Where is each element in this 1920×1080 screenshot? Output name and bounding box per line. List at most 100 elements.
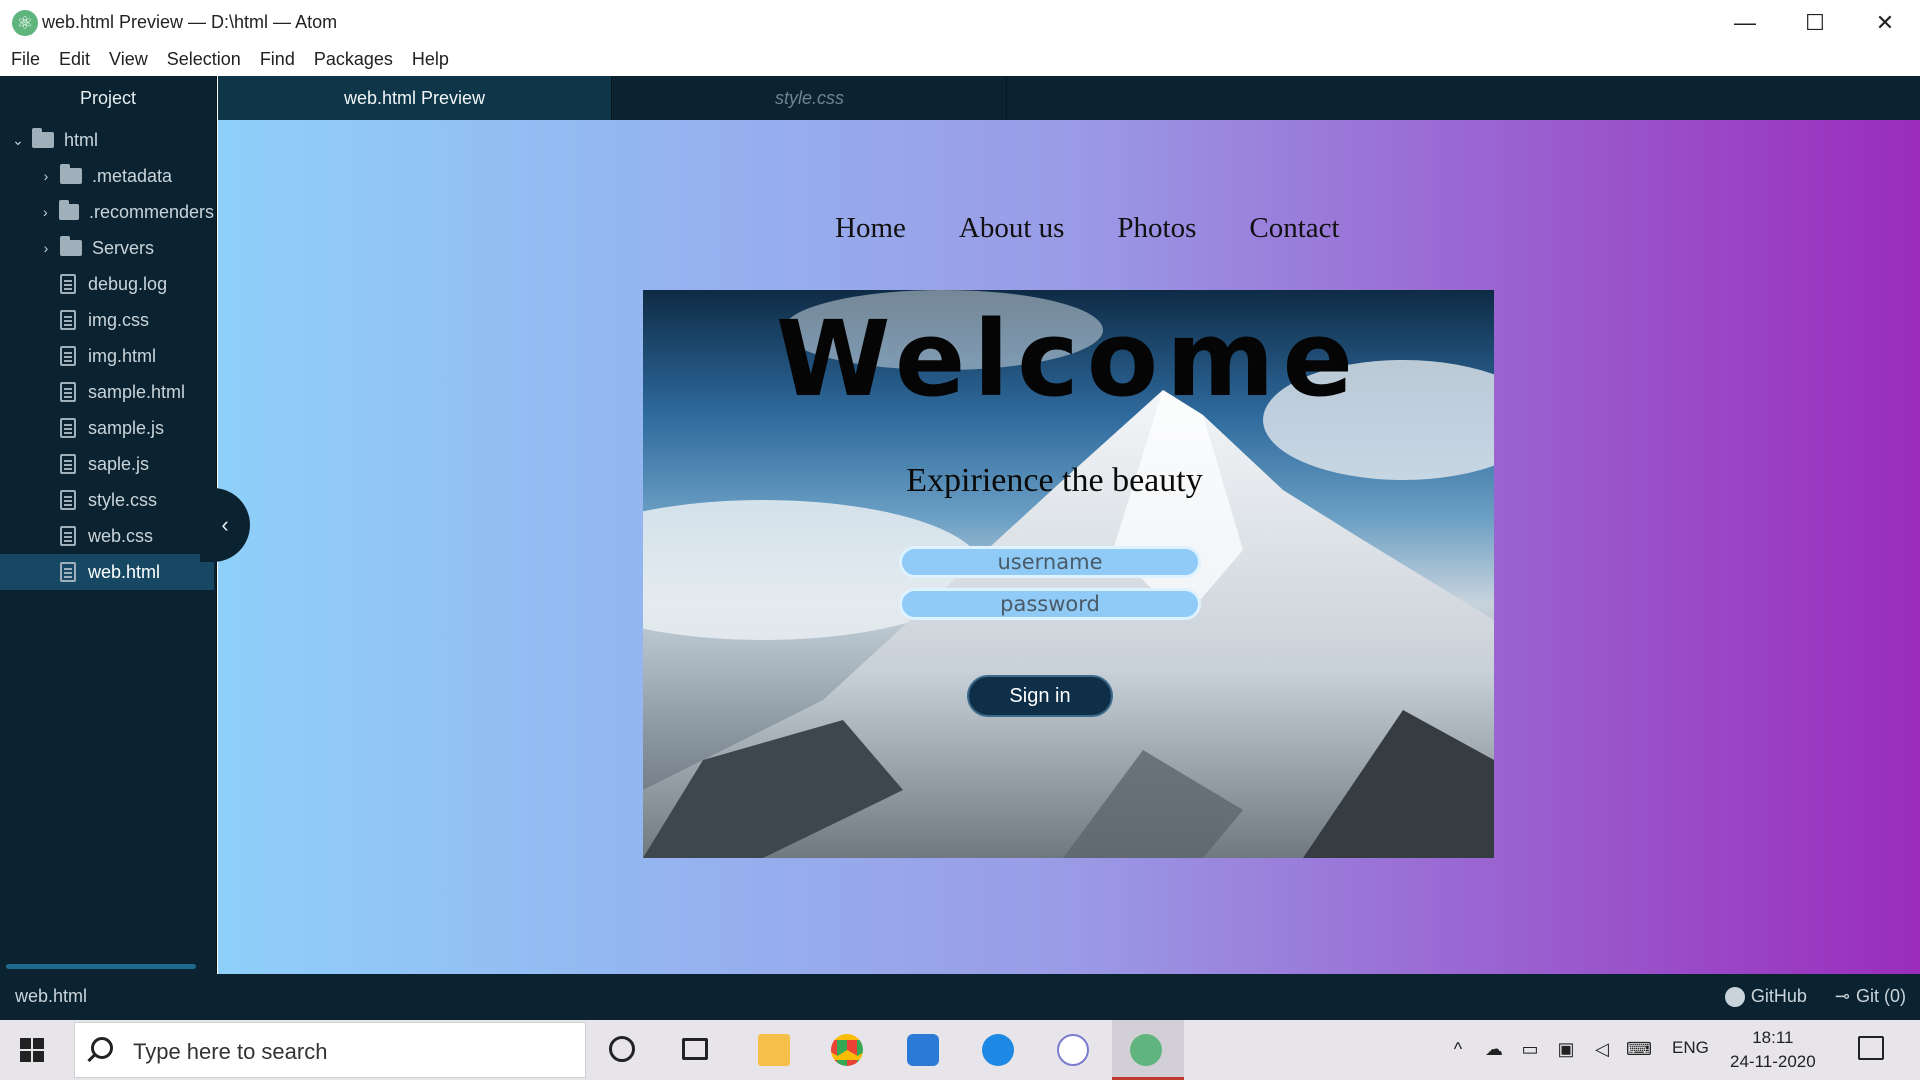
git-commit-icon: ⊸ [1834,986,1850,1006]
window-title: web.html Preview — D:\html — Atom [42,12,338,32]
keyboard-icon[interactable]: ⌨ [1626,1039,1652,1059]
tree-view-title[interactable]: Project [0,76,216,121]
windows-start-icon[interactable] [20,1038,44,1062]
file-icon [60,382,76,402]
folder-icon [58,200,79,220]
maximize-button[interactable]: ☐ [1780,0,1850,46]
search-placeholder: Type here to search [133,1039,328,1064]
menu-help[interactable]: Help [412,46,449,76]
volume-icon[interactable]: ◁ [1590,1039,1614,1059]
chevron-up-icon[interactable]: ^ [1446,1039,1470,1059]
tree-view: Project ⌄ html › .metadata › .recommende… [0,76,217,974]
chevron-down-icon[interactable]: ⌄ [8,132,28,149]
sign-in-button[interactable]: Sign in [967,675,1113,717]
password-input[interactable]: password [899,588,1201,620]
tree-item-label: style.css [88,489,158,510]
hero-subtitle: Expirience the beauty [906,462,1203,499]
clock-date: 24-11-2020 [1730,1052,1816,1071]
tree-item-label: saple.js [88,453,150,474]
tree-item-label: debug.log [88,273,168,294]
folder-icon [32,128,54,148]
tree-item-web-html[interactable]: web.html [0,554,214,590]
site-nav: Home About us Photos Contact [835,212,1393,245]
tree-item-style-css[interactable]: style.css [0,482,214,518]
taskbar-search-input[interactable]: Type here to search [74,1022,586,1078]
tree-item-saple-js[interactable]: saple.js [0,446,214,482]
file-icon [60,274,76,294]
status-github[interactable]: GitHub [1751,986,1807,1007]
chevron-left-icon: ‹ [221,512,229,537]
menu-find[interactable]: Find [260,46,295,76]
file-explorer-icon[interactable] [758,1034,790,1066]
file-icon [60,346,76,366]
mail-icon[interactable] [907,1034,939,1066]
task-view-icon[interactable] [682,1038,708,1060]
tree-item-debug-log[interactable]: debug.log [0,266,214,302]
chevron-right-icon[interactable]: › [36,240,56,256]
chevron-right-icon[interactable]: › [36,204,55,220]
hero-title: Welcome [775,298,1362,420]
app-icon[interactable] [1057,1034,1089,1066]
file-icon [60,526,76,546]
tree-item-img-css[interactable]: img.css [0,302,214,338]
nav-link-home[interactable]: Home [835,212,906,245]
onedrive-icon[interactable]: ☁ [1482,1039,1506,1059]
menu-view[interactable]: View [109,46,148,76]
username-input[interactable]: username [899,546,1201,578]
sidebar-scrollbar[interactable] [6,964,196,969]
search-icon [91,1037,113,1059]
tree-item-label: html [64,129,99,150]
tree-item-html[interactable]: ⌄ html [0,122,214,158]
tab-bar: web.html Preview style.css [218,76,1920,120]
tree-item-img-html[interactable]: img.html [0,338,214,374]
menu-packages[interactable]: Packages [314,46,393,76]
menu-edit[interactable]: Edit [59,46,90,76]
clock[interactable]: 18:11 24-11-2020 [1730,1026,1816,1074]
tree-item-label: sample.html [88,381,186,402]
nav-link-contact[interactable]: Contact [1249,212,1339,245]
tree-item-label: img.html [88,345,157,366]
chevron-right-icon[interactable]: › [36,168,56,184]
close-button[interactable]: ✕ [1850,0,1920,46]
system-tray: ^ ☁ ▭ ▣ ◁ ⌨ ENG [1446,1038,1727,1059]
menu-file[interactable]: File [11,46,40,76]
chrome-icon[interactable] [831,1034,863,1066]
file-icon [60,418,76,438]
tab-style-css[interactable]: style.css [613,76,1007,120]
file-icon [60,490,76,510]
network-icon[interactable]: ▣ [1554,1039,1578,1059]
status-bar: web.html GitHub ⊸ Git (0) [0,974,1920,1020]
app-icon[interactable] [982,1034,1014,1066]
battery-icon[interactable]: ▭ [1518,1039,1542,1059]
tree-item-label: .metadata [92,165,173,186]
file-icon [60,454,76,474]
tree-item-recommenders[interactable]: › .recommenders [0,194,214,230]
notification-icon[interactable] [1858,1036,1884,1060]
menu-bar: File Edit View Selection Find Packages H… [0,46,1920,76]
html-preview-pane: Home About us Photos Contact Welcome Exp… [218,120,1920,974]
status-current-file[interactable]: web.html [15,986,87,1007]
minimize-button[interactable]: — [1710,0,1780,46]
cortana-icon[interactable] [609,1036,635,1062]
tree-item-servers[interactable]: › Servers [0,230,214,266]
menu-selection[interactable]: Selection [167,46,241,76]
windows-taskbar: Type here to search ^ ☁ ▭ ▣ ◁ ⌨ ENG 18:1… [0,1020,1920,1080]
tree-item-sample-js[interactable]: sample.js [0,410,214,446]
atom-icon[interactable] [1130,1034,1162,1066]
tab-web-html-preview[interactable]: web.html Preview [218,76,612,120]
status-git[interactable]: Git (0) [1856,986,1906,1007]
tree-item-web-css[interactable]: web.css [0,518,214,554]
tree-item-label: img.css [88,309,150,330]
tree-item-label: .recommenders [88,201,214,222]
nav-link-photos[interactable]: Photos [1117,212,1196,245]
tree-item-sample-html[interactable]: sample.html [0,374,214,410]
file-icon [60,562,76,582]
tree-item-label: web.html [88,561,161,582]
tree-item-label: Servers [92,237,155,258]
tree-item-label: sample.js [88,417,165,438]
file-icon [60,310,76,330]
tree-item-label: web.css [88,525,154,546]
input-language[interactable]: ENG [1672,1038,1709,1058]
nav-link-about-us[interactable]: About us [959,212,1065,245]
tree-item-metadata[interactable]: › .metadata [0,158,214,194]
